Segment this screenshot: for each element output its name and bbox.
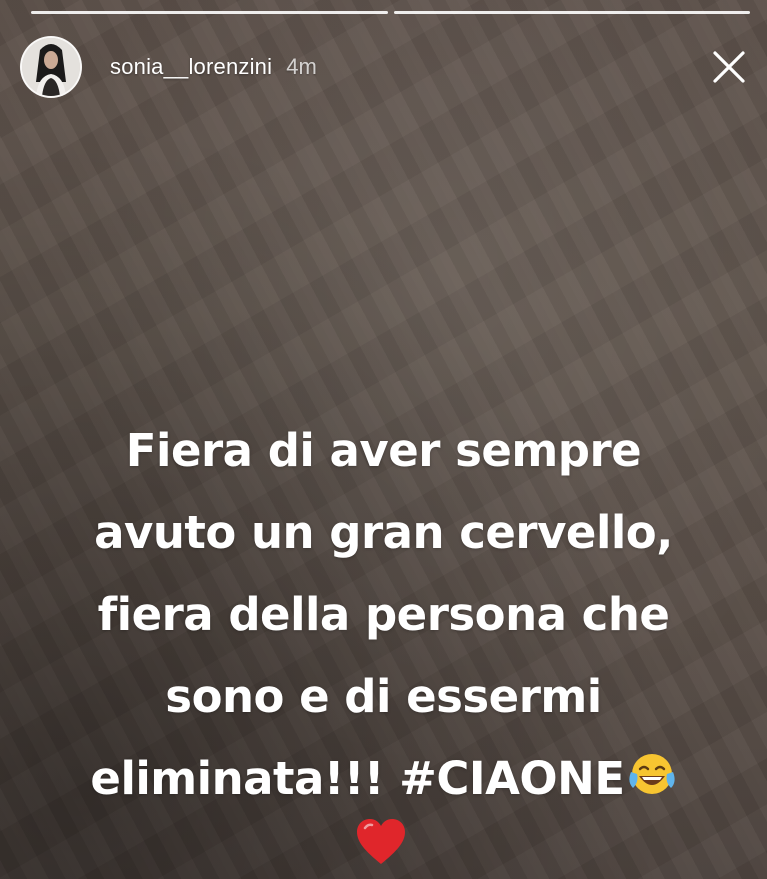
close-button[interactable] (711, 49, 747, 85)
story-progress-bar (31, 11, 750, 14)
progress-segment-2 (393, 11, 750, 14)
story-viewer[interactable]: sonia__lorenzini 4m Fiera di aver sempre… (0, 0, 767, 879)
face-with-tears-of-joy-icon (628, 754, 675, 794)
profile-photo-icon (22, 38, 80, 96)
username[interactable]: sonia__lorenzini (110, 54, 272, 80)
caption-line-2: avuto un gran cervello, (94, 506, 673, 559)
caption-line-1: Fiera di aver sempre (125, 424, 642, 477)
close-icon (713, 51, 745, 83)
post-time: 4m (286, 54, 317, 79)
caption-line-5-wrapper: eliminata!!! #CIAONE (0, 738, 767, 820)
caption-line-5: eliminata!!! #CIAONE (90, 752, 625, 805)
caption-line-3: fiera della persona che (97, 588, 670, 641)
red-heart-icon (357, 819, 405, 864)
caption-line-4: sono e di essermi (165, 670, 602, 723)
progress-segment-1 (31, 11, 388, 14)
avatar[interactable] (20, 36, 82, 98)
story-caption: Fiera di aver sempre avuto un gran cerve… (0, 410, 767, 820)
story-header: sonia__lorenzini 4m (20, 35, 747, 99)
